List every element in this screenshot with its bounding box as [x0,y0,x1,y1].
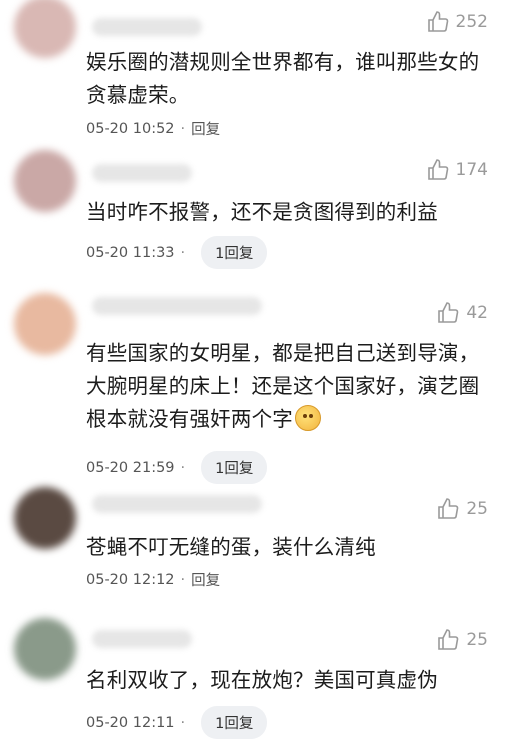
username-blurred[interactable] [92,164,192,182]
comment-meta: 05-20 12:11 · 1回复 [86,706,268,739]
comment-time: 05-20 12:12 [86,571,175,588]
username-blurred[interactable] [92,297,262,315]
separator-dot: · [180,244,186,261]
like-count: 42 [466,303,488,323]
thumbs-up-icon [438,302,459,323]
comment-text: 娱乐圈的潜规则全世界都有，谁叫那些女的贪慕虚荣。 [86,50,480,107]
shocked-emoji-icon [295,405,321,431]
separator-dot: · [180,459,186,476]
comment-time: 05-20 21:59 [86,459,175,476]
reply-button[interactable]: 1回复 [201,706,268,739]
comment-text-body: 有些国家的女明星，都是把自己送到导演，大腕明星的床上！还是这个国家好，演艺圈根本… [86,341,480,431]
like-count: 25 [466,499,488,519]
username-blurred[interactable] [92,630,192,648]
reply-button[interactable]: 1回复 [201,236,268,269]
like-count: 174 [455,160,488,180]
avatar[interactable] [14,150,76,212]
reply-button[interactable]: 回复 [191,118,220,139]
comment-time: 05-20 12:11 [86,714,175,731]
reply-button[interactable]: 回复 [191,569,220,590]
comment-text: 苍蝇不叮无缝的蛋，装什么清纯 [86,535,376,559]
like-button[interactable]: 25 [436,497,488,521]
comment-meta: 05-20 10:52 · 回复 [86,118,220,139]
like-button[interactable]: 252 [426,10,488,34]
like-button[interactable]: 42 [436,301,488,325]
separator-dot: · [180,714,186,731]
separator-dot: · [180,120,186,137]
avatar[interactable] [14,487,76,549]
thumbs-up-icon [427,11,448,32]
comment-time: 05-20 11:33 [86,244,175,261]
comment-meta: 05-20 21:59 · 1回复 [86,451,268,484]
comment-text: 当时咋不报警，还不是贪图得到的利益 [86,200,438,224]
comment-time: 05-20 10:52 [86,120,175,137]
thumbs-up-icon [438,498,459,519]
like-button[interactable]: 174 [426,158,488,182]
thumbs-up-icon [438,629,459,650]
comment-meta: 05-20 11:33 · 1回复 [86,236,268,269]
thumbs-up-icon [427,159,448,180]
username-blurred[interactable] [92,495,262,513]
comment-meta: 05-20 12:12 · 回复 [86,569,220,590]
username-blurred[interactable] [92,18,202,36]
like-button[interactable]: 25 [436,628,488,652]
like-count: 25 [466,630,488,650]
avatar[interactable] [14,0,76,58]
comment-text: 有些国家的女明星，都是把自己送到导演，大腕明星的床上！还是这个国家好，演艺圈根本… [86,337,496,436]
reply-button[interactable]: 1回复 [201,451,268,484]
like-count: 252 [455,12,488,32]
avatar[interactable] [14,618,76,680]
avatar[interactable] [14,293,76,355]
comment-text: 名利双收了，现在放炮？美国可真虚伪 [86,668,438,692]
separator-dot: · [180,571,186,588]
